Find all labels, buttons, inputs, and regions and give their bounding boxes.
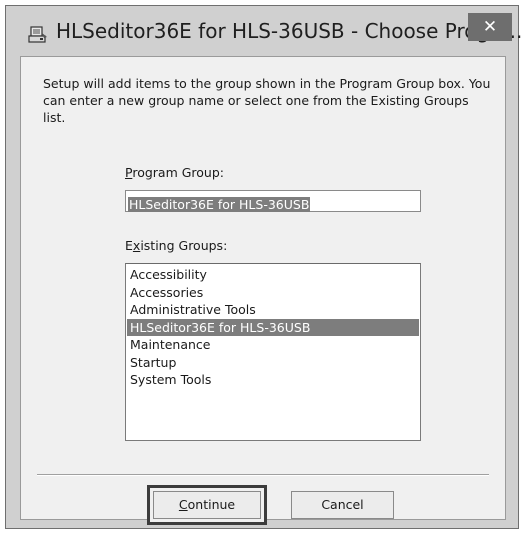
instructions-text: Setup will add items to the group shown … bbox=[43, 76, 491, 125]
list-item[interactable]: Maintenance bbox=[127, 336, 419, 354]
program-group-label: Program Group: bbox=[125, 165, 224, 180]
setup-installer-icon bbox=[28, 26, 47, 43]
close-button[interactable]: ✕ bbox=[468, 13, 512, 41]
existing-groups-label: Existing Groups: bbox=[125, 238, 228, 253]
continue-button[interactable]: Continue bbox=[147, 485, 267, 525]
title-bar[interactable]: HLSeditor36E for HLS-36USB - Choose Prog… bbox=[6, 6, 524, 56]
list-item[interactable]: Accessibility bbox=[127, 266, 419, 284]
setup-dialog-window: HLSeditor36E for HLS-36USB - Choose Prog… bbox=[5, 5, 524, 529]
existing-groups-list[interactable]: Accessibility Accessories Administrative… bbox=[125, 263, 421, 441]
button-separator bbox=[37, 474, 489, 476]
cancel-button[interactable]: Cancel bbox=[291, 491, 394, 519]
list-item[interactable]: Accessories bbox=[127, 284, 419, 302]
window-title: HLSeditor36E for HLS-36USB - Choose Prog… bbox=[56, 19, 524, 43]
list-item-selected[interactable]: HLSeditor36E for HLS-36USB bbox=[127, 318, 419, 336]
list-item[interactable]: System Tools bbox=[127, 371, 419, 389]
list-item[interactable]: Administrative Tools bbox=[127, 301, 419, 319]
list-item[interactable]: Startup bbox=[127, 354, 419, 372]
dialog-body: Setup will add items to the group shown … bbox=[20, 56, 506, 525]
program-group-value: HLSeditor36E for HLS-36USB bbox=[128, 197, 311, 212]
program-group-input[interactable]: HLSeditor36E for HLS-36USB bbox=[125, 190, 421, 212]
